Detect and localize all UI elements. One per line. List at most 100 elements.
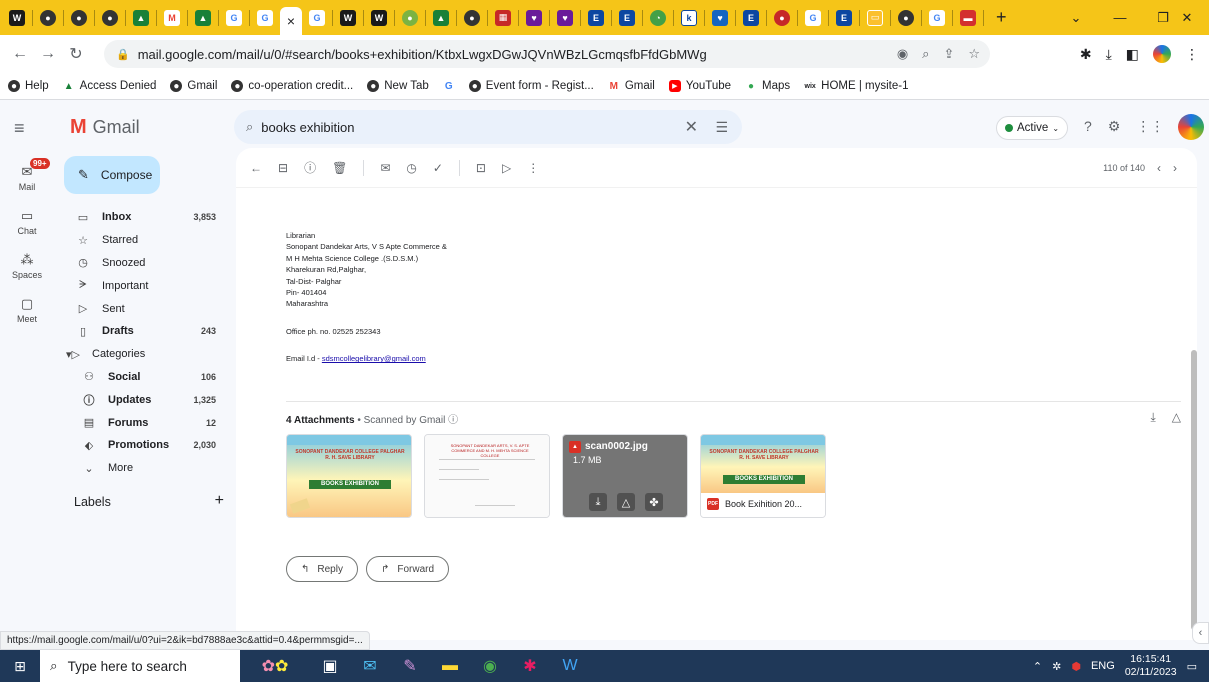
notifications-icon[interactable]: ▭ — [1187, 660, 1197, 673]
mail-app-icon[interactable]: ✉ — [350, 650, 390, 682]
sidebar-item-forums[interactable]: ▤ Forums 12 — [58, 411, 228, 434]
minimize-button[interactable]: — — [1098, 0, 1142, 35]
search-input[interactable]: books exhibition — [261, 120, 354, 135]
attachment-thumbnail[interactable]: SONOPANT DANDEKAR COLLEGE PALGHAR R. H. … — [700, 434, 826, 518]
browser-tab[interactable]: ● — [771, 7, 793, 29]
browser-tab[interactable]: E — [833, 7, 855, 29]
back-arrow-icon[interactable]: ← — [6, 40, 34, 68]
email-link[interactable]: sdsmcollegelibrary@gmail.com — [322, 354, 426, 363]
archive-icon[interactable]: ⊟ — [278, 161, 288, 175]
browser-tab[interactable]: G — [254, 7, 276, 29]
rail-meet[interactable]: ▢ Meet — [0, 288, 54, 332]
bookmark-new-tab[interactable]: ● New Tab — [367, 80, 429, 92]
search-icon[interactable]: ⌕ — [246, 119, 253, 135]
rail-chat[interactable]: ▭ Chat — [0, 200, 54, 244]
report-spam-icon[interactable]: ⓘ — [304, 159, 316, 176]
sidebar-item-starred[interactable]: ☆ Starred — [58, 229, 228, 252]
browser-tab[interactable]: W — [368, 7, 390, 29]
browser-tab[interactable]: M — [161, 7, 183, 29]
browser-tab[interactable]: ▲ — [192, 7, 214, 29]
download-all-icon[interactable]: ⤓ — [1150, 410, 1155, 425]
bookmark-youtube[interactable]: ▶ YouTube — [668, 80, 731, 92]
flowers-widget-icon[interactable]: ✿ ✿ — [240, 650, 310, 682]
help-icon[interactable]: ? — [1084, 118, 1092, 135]
download-icon[interactable]: ⤓ — [589, 493, 607, 511]
tab-search-button[interactable]: ⌄ — [1054, 0, 1098, 35]
active-tab-close-button[interactable]: × — [280, 7, 302, 35]
side-panel-icon[interactable]: ◧ — [1126, 46, 1139, 63]
status-dropdown[interactable]: Active ⌄ — [996, 116, 1068, 140]
bookmark-gmail[interactable]: ● Gmail — [170, 80, 217, 92]
browser-tab[interactable]: ● — [399, 7, 421, 29]
browser-tab[interactable]: ● — [895, 7, 917, 29]
tracking-icon[interactable]: ◉ — [897, 46, 908, 62]
browser-tab[interactable]: E — [585, 7, 607, 29]
word-icon[interactable]: W — [550, 650, 590, 682]
bookmark-maps[interactable]: ● Maps — [745, 80, 790, 92]
browser-menu-icon[interactable]: ⋮ — [1185, 46, 1199, 63]
pinwheel-app-icon[interactable]: ✱ — [510, 650, 550, 682]
apps-grid-icon[interactable]: ⋮⋮ — [1136, 118, 1164, 135]
forward-button[interactable]: ↱ Forward — [365, 556, 450, 582]
sidebar-item-social[interactable]: ⚇ Social 106 — [58, 366, 228, 389]
more-options-icon[interactable]: ⋮ — [527, 161, 539, 175]
sidebar-item-snoozed[interactable]: ◷ Snoozed — [58, 252, 228, 275]
browser-tab[interactable]: W — [337, 7, 359, 29]
previous-message-icon[interactable]: ‹ — [1157, 161, 1161, 175]
browser-tab[interactable]: ● — [68, 7, 90, 29]
file-explorer-icon[interactable]: ▬ — [430, 650, 470, 682]
browser-tab[interactable]: G — [223, 7, 245, 29]
windows-start-icon[interactable]: ⊞ — [0, 650, 40, 682]
attachment-thumbnail[interactable]: SONOPANT DANDEKAR COLLEGE PALGHAR R. H. … — [286, 434, 412, 518]
language-indicator[interactable]: ENG — [1091, 660, 1115, 672]
sidebar-item-important[interactable]: ᗒ Important — [58, 274, 228, 297]
tray-app-icon[interactable]: ✲ — [1052, 660, 1061, 673]
sidebar-item-drafts[interactable]: ▯ Drafts 243 — [58, 320, 228, 343]
sidebar-item-categories[interactable]: ▾▷ Categories — [58, 343, 228, 366]
forward-arrow-icon[interactable]: → — [34, 40, 62, 68]
sidebar-item-promotions[interactable]: ⬖ Promotions 2,030 — [58, 434, 228, 457]
sidebar-item-inbox[interactable]: ▭ Inbox 3,853 — [58, 206, 228, 229]
settings-gear-icon[interactable]: ⚙ — [1108, 118, 1121, 135]
label-icon[interactable]: ▷ — [502, 161, 511, 175]
add-to-drive-icon[interactable]: △ — [617, 493, 635, 511]
page-scrollbar[interactable] — [1191, 350, 1197, 630]
bookmark-star-icon[interactable]: ☆ — [968, 46, 980, 62]
account-avatar[interactable] — [1178, 114, 1204, 140]
browser-tab[interactable]: k — [678, 7, 700, 29]
side-panel-toggle-icon[interactable]: ‹ — [1192, 622, 1209, 644]
move-to-icon[interactable]: ⊡ — [476, 161, 486, 175]
profile-avatar-icon[interactable] — [1153, 45, 1171, 63]
browser-tab[interactable]: ▬ — [957, 7, 979, 29]
browser-tab[interactable]: ♥ — [709, 7, 731, 29]
compose-button[interactable]: ✎ Compose — [64, 156, 160, 194]
tray-chevron-icon[interactable]: ⌃ — [1033, 660, 1042, 673]
add-to-tasks-icon[interactable]: ✓ — [433, 161, 443, 175]
extensions-puzzle-icon[interactable]: ✱ — [1080, 46, 1092, 63]
new-tab-button[interactable]: + — [996, 7, 1007, 28]
browser-tab[interactable]: G — [802, 7, 824, 29]
browser-tab[interactable]: ● — [99, 7, 121, 29]
reload-icon[interactable]: ↻ — [62, 40, 90, 68]
share-icon[interactable]: ⇪ — [943, 46, 954, 62]
browser-tab[interactable]: ▲ — [130, 7, 152, 29]
browser-tab[interactable]: G — [306, 7, 328, 29]
taskbar-search-box[interactable]: ⌕ Type here to search — [40, 650, 240, 682]
download-icon[interactable]: ⤓ — [1106, 46, 1112, 63]
attachment-thumbnail[interactable]: SONOPANT DANDEKAR ARTS, V. S. APTE COMME… — [424, 434, 550, 518]
bookmark-google[interactable]: G — [443, 80, 455, 92]
browser-tab[interactable]: E — [740, 7, 762, 29]
browser-tab[interactable]: ▭ — [864, 7, 886, 29]
store-icon[interactable]: ▣ — [310, 650, 350, 682]
bookmark-home-mysite[interactable]: wix HOME | mysite-1 — [804, 80, 909, 92]
browser-tab[interactable]: ♥ — [554, 7, 576, 29]
bookmark-gmail-2[interactable]: M Gmail — [608, 80, 655, 92]
bookmark-help[interactable]: ● Help — [8, 80, 49, 92]
clear-search-icon[interactable]: ✕ — [685, 117, 698, 137]
sidebar-item-sent[interactable]: ▷ Sent — [58, 297, 228, 320]
add-label-button[interactable]: + — [215, 493, 224, 509]
browser-tab[interactable]: ● — [37, 7, 59, 29]
mail-search-bar[interactable]: ⌕ books exhibition ✕ ☰ — [234, 110, 742, 144]
chrome-icon[interactable]: ◉ — [470, 650, 510, 682]
bookmark-co-operation-credit[interactable]: ● co-operation credit... — [231, 80, 353, 92]
